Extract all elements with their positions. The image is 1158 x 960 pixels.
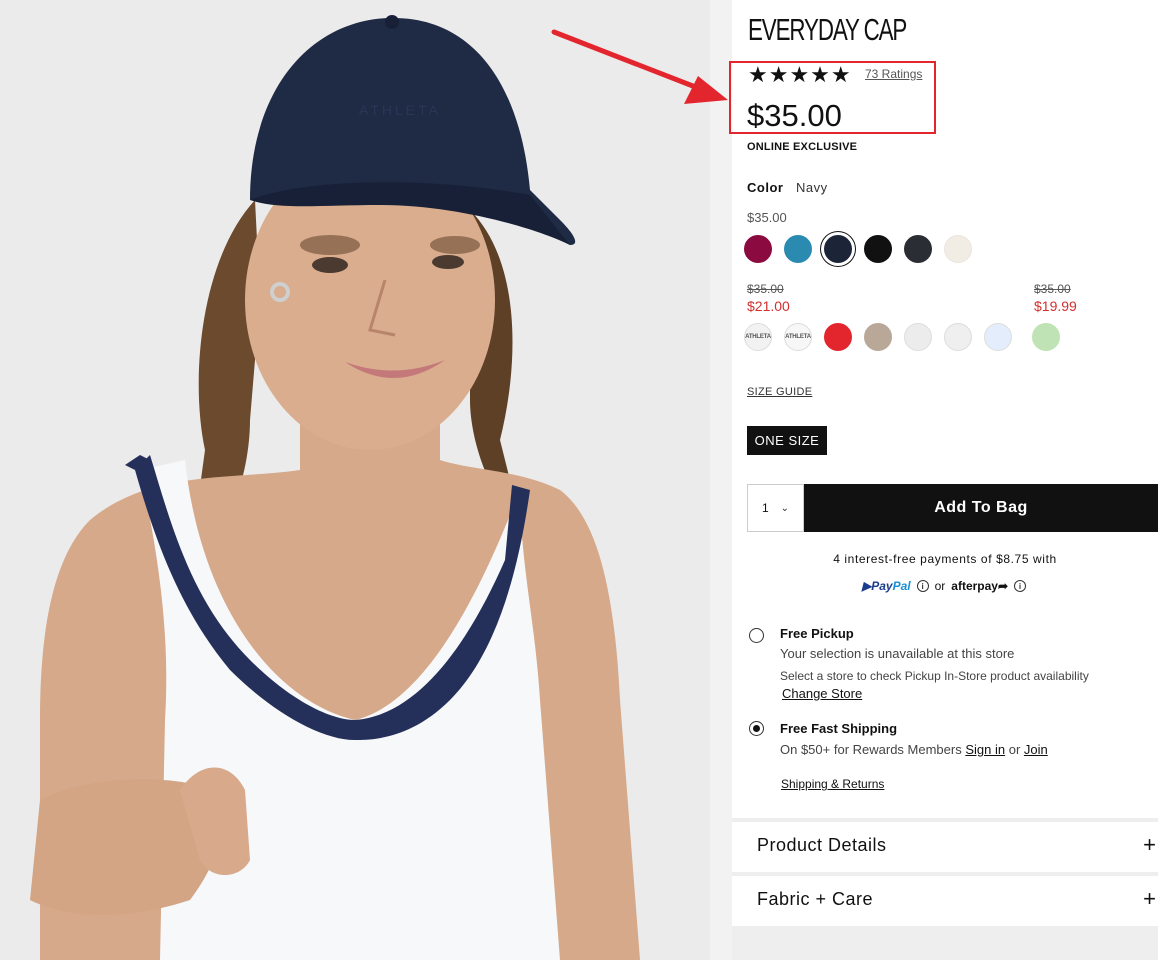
color-swatch-cream[interactable]	[944, 235, 972, 263]
original-price: $35.00	[1034, 282, 1071, 296]
accordion-fabric-care[interactable]: Fabric + Care +	[732, 872, 1158, 922]
color-swatch-taupe[interactable]	[864, 323, 892, 351]
color-swatch-berry[interactable]	[744, 235, 772, 263]
paypal-logo-b: Pal	[892, 579, 911, 593]
color-swatch-navy[interactable]	[824, 235, 852, 263]
product-title: EVERYDAY CAP	[748, 12, 907, 47]
paypal-logo[interactable]: ▶PayPal	[862, 579, 911, 593]
color-swatch-charcoal[interactable]	[904, 235, 932, 263]
afterpay-label: afterpay	[951, 579, 998, 593]
swatch-group-price: $35.00	[747, 210, 787, 225]
accordion-label: Product Details	[757, 834, 887, 855]
afterpay-logo[interactable]: afterpay➦	[951, 579, 1008, 593]
accordion-label: Fabric + Care	[757, 888, 874, 909]
color-swatch-red[interactable]	[824, 323, 852, 351]
size-guide-link[interactable]: SIZE GUIDE	[747, 386, 812, 398]
page-gutter	[710, 0, 732, 960]
color-swatch-white-logo[interactable]: ATHLETA	[744, 323, 772, 351]
chevron-down-icon: ⌄	[780, 502, 790, 514]
change-store-link[interactable]: Change Store	[782, 686, 862, 701]
pickup-hint: Select a store to check Pickup In-Store …	[780, 669, 1089, 683]
shipping-description: On $50+ for Rewards Members	[780, 742, 962, 757]
plus-icon: +	[1143, 886, 1156, 911]
payment-options: ▶PayPal i or afterpay➦ i	[862, 579, 1027, 593]
ratings-link[interactable]: 73 Ratings	[865, 67, 922, 81]
color-swatch-light-grey[interactable]	[904, 323, 932, 351]
or-text: or	[1008, 742, 1021, 757]
cap-logo-text: ATHLETA	[359, 102, 441, 118]
size-option-one-size[interactable]: ONE SIZE	[747, 426, 827, 455]
sale-price: $19.99	[1034, 298, 1077, 314]
shipping-text: On $50+ for Rewards Members Sign in or J…	[780, 742, 1048, 757]
info-icon[interactable]: i	[916, 580, 929, 592]
quantity-value: 1	[761, 501, 769, 515]
info-icon[interactable]: i	[1014, 580, 1027, 592]
online-exclusive-badge: ONLINE EXCLUSIVE	[747, 141, 858, 153]
product-info-panel: EVERYDAY CAP ★★★★★ 73 Ratings $35.00 ONL…	[729, 0, 1158, 960]
sign-in-link[interactable]: Sign in	[965, 742, 1005, 757]
or-text: or	[934, 579, 946, 593]
pickup-title: Free Pickup	[780, 626, 854, 641]
color-swatch-black[interactable]	[864, 235, 892, 263]
shipping-radio[interactable]	[749, 721, 764, 736]
join-link[interactable]: Join	[1024, 742, 1048, 757]
pickup-radio[interactable]	[749, 628, 764, 643]
pickup-status: Your selection is unavailable at this st…	[780, 646, 1015, 661]
color-value: Navy	[796, 180, 828, 195]
star-rating: ★★★★★	[748, 62, 852, 87]
shipping-title: Free Fast Shipping	[780, 721, 898, 736]
sale-price: $21.00	[747, 298, 790, 314]
product-price: $35.00	[747, 98, 842, 133]
plus-icon: +	[1143, 832, 1156, 857]
color-swatch-light-blue[interactable]	[984, 323, 1012, 351]
annotation-arrow	[551, 29, 728, 104]
color-swatch-mint[interactable]	[1032, 323, 1060, 351]
page-footer-gap	[732, 926, 1158, 960]
color-swatch-white-logo-alt[interactable]: ATHLETA	[784, 323, 812, 351]
add-to-bag-button[interactable]: Add To Bag	[804, 484, 1158, 532]
quantity-select[interactable]: 1 ⌄	[747, 484, 804, 532]
color-label: Color	[747, 180, 784, 195]
original-price: $35.00	[747, 282, 784, 296]
color-swatch-off-white[interactable]	[944, 323, 972, 351]
installments-text: 4 interest-free payments of $8.75 with	[833, 552, 1057, 566]
product-image[interactable]: ATHLETA	[0, 0, 710, 960]
shipping-returns-link[interactable]: Shipping & Returns	[781, 777, 884, 791]
color-swatch-teal[interactable]	[784, 235, 812, 263]
accordion-product-details[interactable]: Product Details +	[732, 818, 1158, 868]
paypal-logo-a: Pay	[871, 579, 893, 593]
